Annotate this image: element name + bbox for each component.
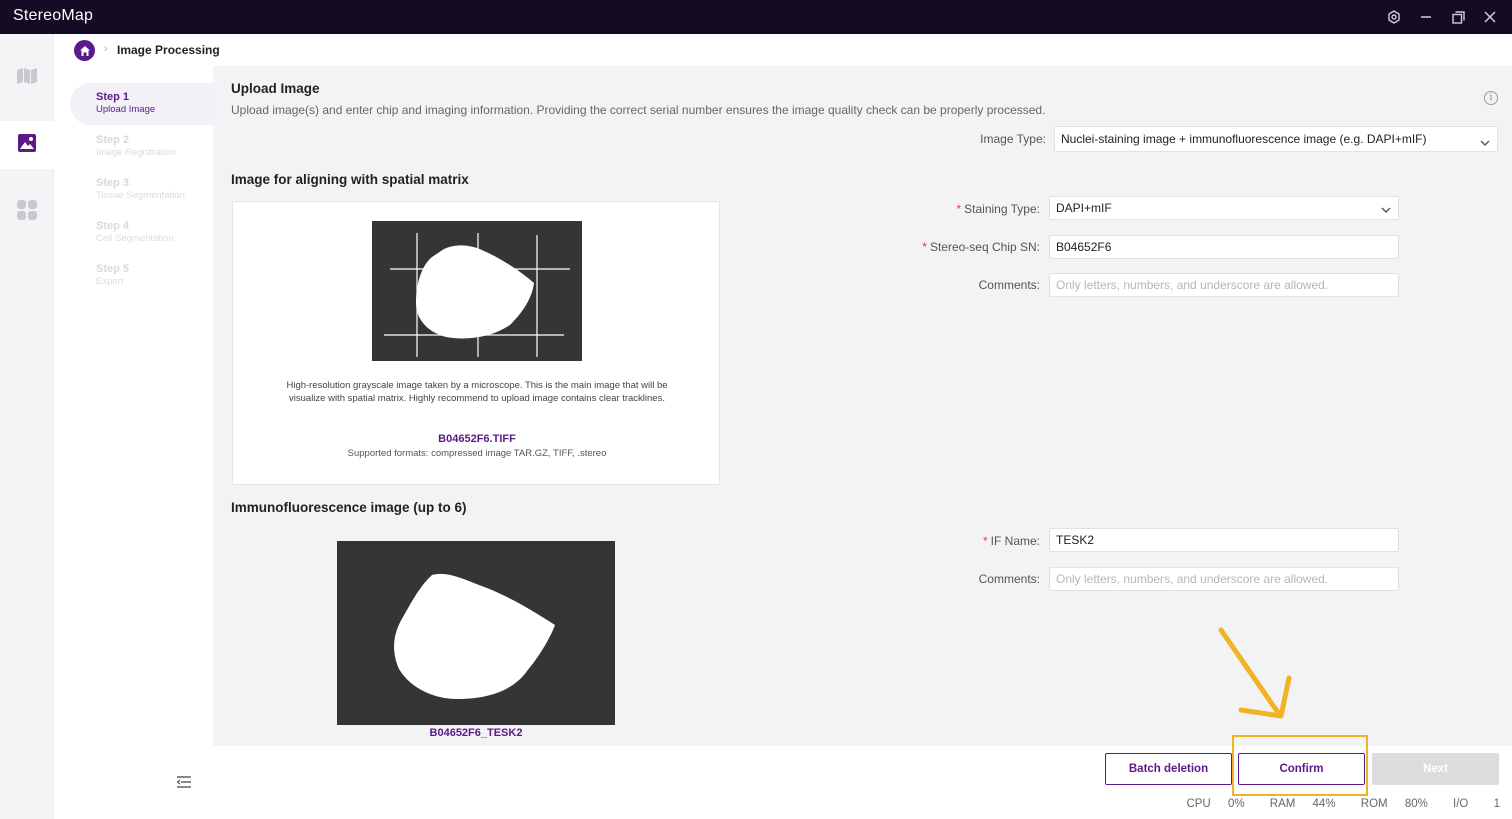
step-subtitle: Upload Image <box>96 104 156 115</box>
ram-label: RAM <box>1269 798 1296 810</box>
immuno-comments-input[interactable]: Only letters, numbers, and underscore ar… <box>1049 567 1399 591</box>
close-icon[interactable] <box>1474 0 1506 34</box>
minimize-icon[interactable] <box>1410 0 1442 34</box>
breadcrumb: › Image Processing <box>54 34 1512 66</box>
footer-bar: Batch deletion Confirm Next CPU 0% RAM 4… <box>54 735 1512 819</box>
map-icon <box>16 67 38 90</box>
chip-sn-label: * Stereo-seq Chip SN: <box>922 240 1040 254</box>
arrow-annotation-icon <box>1218 627 1292 719</box>
staining-type-label: * Staining Type: <box>956 202 1040 216</box>
align-comments-label: Comments: <box>978 278 1040 292</box>
system-stats: CPU 0% RAM 44% ROM 80% I/O 1 <box>1180 798 1500 810</box>
align-image-preview <box>372 221 582 361</box>
align-file-name[interactable]: B04652F6.TIFF <box>233 433 721 445</box>
rom-value: 80% <box>1404 798 1428 810</box>
step-title: Step 1 <box>96 91 130 103</box>
immuno-title: Immunofluorescence image (up to 6) <box>231 500 467 515</box>
io-label: I/O <box>1453 798 1469 810</box>
ram-value: 44% <box>1312 798 1336 810</box>
chevron-down-icon <box>1479 133 1491 151</box>
cpu-value: 0% <box>1227 798 1245 810</box>
nav-apps[interactable] <box>0 188 54 236</box>
step-title: Step 4 <box>96 220 130 232</box>
steps-sidebar: Step 1 Upload Image Step 2 Image Registr… <box>54 66 213 746</box>
align-title: Image for aligning with spatial matrix <box>231 172 469 187</box>
apps-icon <box>16 199 38 226</box>
step-subtitle: Tissue Segmentation <box>96 190 185 201</box>
rom-label: ROM <box>1360 798 1388 810</box>
step-title: Step 3 <box>96 177 130 189</box>
align-card-description: High-resolution grayscale image taken by… <box>286 380 668 404</box>
if-name-label: * IF Name: <box>982 534 1040 548</box>
breadcrumb-current: Image Processing <box>117 43 220 57</box>
chip-sn-input[interactable]: B04652F6 <box>1049 235 1399 259</box>
step-title: Step 5 <box>96 263 130 275</box>
step-5[interactable]: Step 5 Export <box>70 255 213 297</box>
home-icon[interactable] <box>74 40 95 61</box>
upload-description: Upload image(s) and enter chip and imagi… <box>231 103 1046 117</box>
supported-formats: Supported formats: compressed image TAR.… <box>347 448 607 459</box>
info-icon[interactable]: i <box>1484 91 1498 105</box>
breadcrumb-separator: › <box>104 43 108 55</box>
immuno-image-preview[interactable] <box>337 541 615 725</box>
immuno-file-name[interactable]: B04652F6_TESK2 <box>337 727 615 739</box>
left-nav-bar <box>0 34 54 819</box>
image-type-select[interactable]: Nuclei-staining image + immunofluorescen… <box>1054 126 1498 152</box>
cpu-label: CPU <box>1186 798 1211 810</box>
image-icon <box>17 133 37 158</box>
nav-map[interactable] <box>0 54 54 102</box>
step-2[interactable]: Step 2 Image Registration <box>70 126 213 168</box>
menu-icon[interactable] <box>176 775 192 789</box>
settings-icon[interactable] <box>1378 0 1410 34</box>
app-title: StereoMap <box>13 7 94 24</box>
staining-type-select[interactable]: DAPI+mIF <box>1049 196 1399 220</box>
align-image-card[interactable]: High-resolution grayscale image taken by… <box>232 201 720 485</box>
upload-title: Upload Image <box>231 81 320 96</box>
confirm-highlight-box <box>1232 735 1368 796</box>
nav-image-processing[interactable] <box>0 121 54 169</box>
immuno-comments-label: Comments: <box>978 572 1040 586</box>
step-3[interactable]: Step 3 Tissue Segmentation <box>70 169 213 211</box>
tissue-trackline-image <box>384 233 570 357</box>
chevron-down-icon <box>1380 201 1392 219</box>
window-controls <box>1378 0 1506 34</box>
align-comments-input[interactable]: Only letters, numbers, and underscore ar… <box>1049 273 1399 297</box>
step-subtitle: Export <box>96 276 124 287</box>
next-button[interactable]: Next <box>1372 753 1499 785</box>
batch-deletion-button[interactable]: Batch deletion <box>1105 753 1232 785</box>
image-type-value: Nuclei-staining image + immunofluorescen… <box>1061 132 1427 146</box>
step-title: Step 2 <box>96 134 130 146</box>
io-value: 1 <box>1493 798 1500 810</box>
title-bar: StereoMap <box>0 0 1512 34</box>
main-panel: Upload Image Upload image(s) and enter c… <box>213 66 1512 746</box>
image-type-label: Image Type: <box>980 132 1046 146</box>
tissue-if-image <box>394 573 555 699</box>
step-1[interactable]: Step 1 Upload Image <box>70 83 213 125</box>
step-4[interactable]: Step 4 Cell Segmentation <box>70 212 213 254</box>
if-name-input[interactable]: TESK2 <box>1049 528 1399 552</box>
restore-icon[interactable] <box>1442 0 1474 34</box>
step-subtitle: Cell Segmentation <box>96 233 174 244</box>
staining-type-value: DAPI+mIF <box>1056 201 1112 215</box>
step-subtitle: Image Registration <box>96 147 176 158</box>
